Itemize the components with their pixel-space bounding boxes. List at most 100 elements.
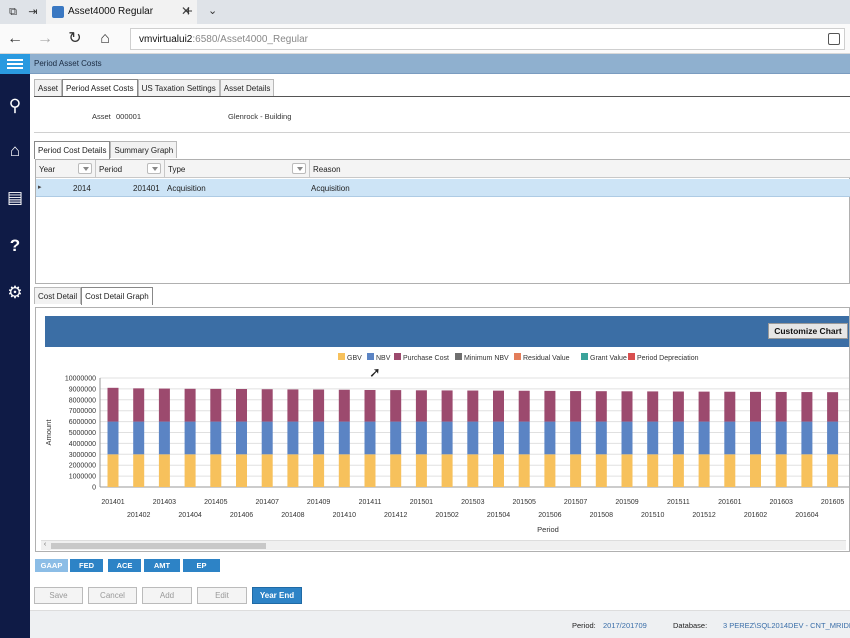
grid-header: Year Period Type Reason: [36, 160, 850, 178]
legend-label: Purchase Cost: [403, 355, 449, 362]
column-period[interactable]: Period: [96, 160, 165, 178]
bar-segment: [441, 454, 453, 487]
column-year[interactable]: Year: [36, 160, 96, 178]
legend-label: Minimum NBV: [464, 355, 509, 362]
bar-segment: [621, 454, 633, 487]
home-icon[interactable]: ⌂: [0, 139, 30, 163]
scroll-thumb[interactable]: [51, 543, 266, 549]
column-reason[interactable]: Reason: [310, 160, 850, 178]
bar-segment: [570, 454, 582, 487]
table-row[interactable]: ▸ 2014 201401 Acquisition Acquisition: [36, 179, 850, 197]
legend-swatch: [338, 353, 345, 360]
bar-segment: [698, 454, 710, 487]
cell-period: 201401: [133, 184, 160, 193]
tab-asset[interactable]: Asset: [34, 79, 63, 96]
cancel-button[interactable]: Cancel: [88, 587, 137, 604]
edit-button[interactable]: Edit: [197, 587, 247, 604]
add-button[interactable]: Add: [142, 587, 192, 604]
legend-label: Grant Value: [590, 355, 627, 362]
book-fed-button[interactable]: FED: [70, 559, 103, 572]
chart-panel: Customize Chart GBV NBV Purchase Cost Minim…: [35, 307, 850, 552]
x-tick-label: 201408: [281, 512, 304, 519]
book-ep-button[interactable]: EP: [183, 559, 220, 572]
x-tick-label: 201404: [178, 512, 201, 519]
x-tick-label: 201403: [153, 499, 176, 506]
legend-label: NBV: [376, 355, 391, 362]
bar-segment: [621, 421, 633, 455]
tab-cost-detail[interactable]: Cost Detail: [34, 287, 82, 304]
status-bar: Period: 2017/201709 Database: 3 PEREZ\SQ…: [30, 610, 850, 638]
book-amt-button[interactable]: AMT: [144, 559, 180, 572]
forward-arrow-icon[interactable]: →: [36, 30, 54, 48]
scroll-left-icon[interactable]: ‹: [41, 541, 49, 551]
filter-icon[interactable]: [147, 163, 161, 174]
bar-segment: [518, 454, 530, 487]
x-tick-label: 201412: [384, 512, 407, 519]
bar-segment: [467, 421, 479, 455]
bar-segment: [595, 421, 607, 455]
cell-reason: Acquisition: [311, 184, 350, 193]
bar-segment: [415, 390, 427, 422]
book-ace-button[interactable]: ACE: [108, 559, 141, 572]
bar-segment: [261, 454, 273, 487]
bar-segment: [236, 389, 247, 422]
cell-year: 2014: [73, 184, 91, 193]
row-selector-icon: ▸: [38, 184, 42, 191]
home-icon[interactable]: ⌂: [96, 30, 114, 48]
tab-cost-detail-graph[interactable]: Cost Detail Graph: [81, 287, 153, 305]
legend-swatch: [514, 353, 521, 360]
book-gaap-button[interactable]: GAAP: [35, 559, 68, 572]
bar-segment: [184, 421, 196, 455]
new-tab-icon[interactable]: +: [184, 3, 193, 20]
x-tick-label: 201510: [641, 512, 664, 519]
bar-segment: [390, 454, 402, 487]
search-icon[interactable]: ⚲: [0, 94, 30, 118]
gear-icon[interactable]: ⚙: [0, 281, 30, 305]
bar-segment: [801, 454, 813, 487]
tab-period-cost-details[interactable]: Period Cost Details: [34, 141, 111, 159]
legend-swatch: [367, 353, 374, 360]
bar-segment: [441, 390, 453, 422]
address-bar[interactable]: vmvirtualui2:6580/Asset4000_Regular: [130, 28, 845, 50]
browser-tab[interactable]: Asset4000 Regular ✕: [46, 0, 197, 24]
bar-segment: [107, 387, 119, 422]
chevron-down-icon[interactable]: ⌄: [208, 4, 217, 17]
bar-segment: [647, 391, 659, 422]
reports-icon[interactable]: ▤: [0, 186, 30, 210]
bar-segment: [775, 454, 787, 487]
x-tick-label: 201501: [410, 499, 433, 506]
save-button[interactable]: Save: [34, 587, 83, 604]
bar-segment: [467, 454, 479, 487]
bar-segment: [544, 454, 556, 487]
tab-us-taxation-settings[interactable]: US Taxation Settings: [137, 79, 220, 96]
y-tick-label: 8000000: [69, 397, 96, 404]
bar-segment: [570, 421, 582, 455]
column-type[interactable]: Type: [165, 160, 310, 178]
app-content: Period Asset Costs Asset Period Asset Co…: [30, 54, 850, 638]
reading-view-icon[interactable]: [828, 33, 840, 45]
set-aside-tabs-icon[interactable]: ⇥: [26, 5, 40, 19]
back-arrow-icon[interactable]: ←: [6, 30, 24, 48]
refresh-icon[interactable]: ↻: [66, 30, 84, 48]
tab-summary-graph[interactable]: Summary Graph: [110, 141, 178, 158]
menu-icon[interactable]: [0, 54, 30, 74]
app-favicon-icon: [52, 6, 64, 18]
bar-segment: [415, 421, 427, 455]
year-end-button[interactable]: Year End: [252, 587, 302, 604]
filter-icon[interactable]: [78, 163, 92, 174]
tab-actions-icon[interactable]: ⧉: [6, 5, 20, 19]
tab-asset-details[interactable]: Asset Details: [219, 79, 275, 96]
bar-segment: [133, 454, 145, 487]
filter-icon[interactable]: [292, 163, 306, 174]
help-icon[interactable]: ?: [0, 234, 30, 258]
browser-tabbar: ⧉ ⇥ Asset4000 Regular ✕ + ⌄: [0, 0, 850, 24]
bar-segment: [441, 421, 453, 455]
chart-horizontal-scrollbar[interactable]: ‹: [41, 540, 846, 550]
bar-segment: [210, 388, 222, 422]
bar-segment: [698, 421, 710, 455]
sub-tabs: Period Cost Details Summary Graph: [34, 141, 178, 159]
x-tick-label: 201406: [230, 512, 253, 519]
bar-segment: [801, 392, 813, 422]
tab-period-asset-costs[interactable]: Period Asset Costs: [62, 79, 138, 97]
y-tick-label: 10000000: [65, 376, 96, 383]
